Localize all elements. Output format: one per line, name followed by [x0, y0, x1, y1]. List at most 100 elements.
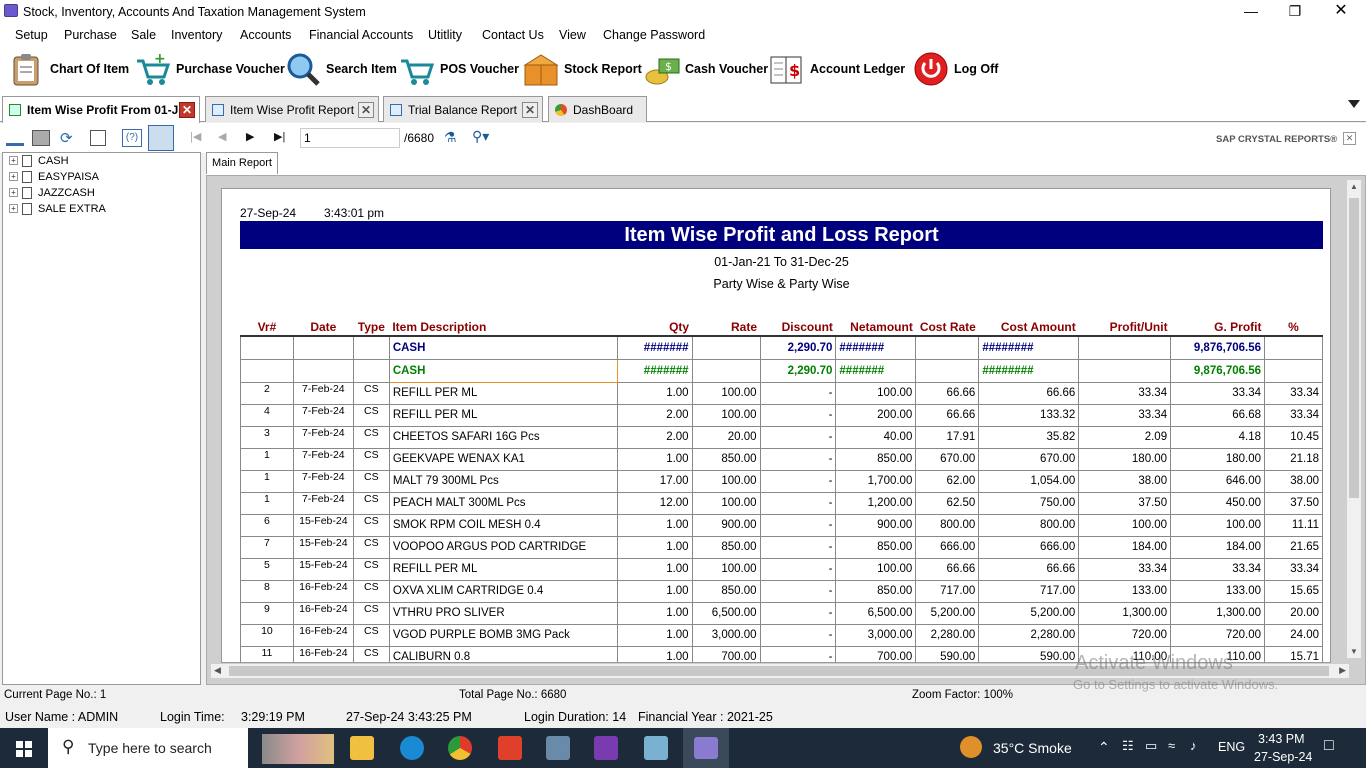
anydesk-icon[interactable]	[498, 736, 522, 760]
account-ledger-button[interactable]: $ Account Ledger	[768, 50, 905, 88]
table-cell: 1.00	[616, 579, 693, 603]
expand-icon[interactable]: +	[9, 204, 18, 213]
tab-item-wise-profit-from[interactable]: Item Wise Profit From 01-J... ✕	[2, 96, 200, 123]
active-app-button[interactable]	[683, 728, 729, 768]
menu-accounts[interactable]: Accounts	[240, 28, 291, 42]
clock-date[interactable]: 27-Sep-24	[1254, 750, 1312, 764]
menu-purchase[interactable]: Purchase	[64, 28, 117, 42]
tab-main-report[interactable]: Main Report	[206, 152, 278, 174]
weather-icon[interactable]	[960, 736, 982, 758]
refresh-icon[interactable]: ⟳	[60, 129, 73, 147]
expand-icon[interactable]: +	[9, 172, 18, 181]
tab-dashboard[interactable]: DashBoard	[548, 96, 647, 122]
tree-node-cash[interactable]: + CASH	[9, 153, 69, 168]
minimize-button[interactable]: —	[1228, 0, 1274, 24]
show-hidden-icons-icon[interactable]: ⌃	[1098, 739, 1110, 756]
last-page-icon[interactable]: ▶|	[274, 130, 285, 143]
language-indicator[interactable]: ENG	[1218, 740, 1245, 754]
find-icon[interactable]: ⚗	[444, 129, 457, 146]
table-cell: 37.50	[1264, 491, 1323, 515]
toggle-group-tree-icon[interactable]	[148, 125, 174, 151]
table-cell: 15-Feb-24	[292, 513, 354, 537]
file-explorer-icon[interactable]	[350, 736, 374, 760]
group-desc[interactable]: CASH	[388, 358, 618, 383]
menu-financial-accounts[interactable]: Financial Accounts	[309, 28, 413, 42]
wifi-icon[interactable]: ≈	[1168, 738, 1175, 753]
chart-of-item-button[interactable]: Chart Of Item	[8, 50, 129, 88]
battery-icon[interactable]: ▭	[1145, 738, 1157, 754]
tab-trial-balance-report[interactable]: Trial Balance Report ✕	[383, 96, 543, 122]
print-icon[interactable]	[32, 130, 50, 146]
table-cell: CS	[352, 623, 390, 647]
menu-sale[interactable]: Sale	[131, 28, 156, 42]
volume-icon[interactable]: ♪	[1190, 738, 1197, 753]
tab-close-icon[interactable]: ✕	[358, 102, 374, 118]
report-close-icon[interactable]: ✕	[1343, 132, 1356, 145]
expand-icon[interactable]: +	[9, 156, 18, 165]
tab-close-icon[interactable]: ✕	[522, 102, 538, 118]
table-cell: 20.00	[1264, 601, 1323, 625]
table-cell: CS	[352, 381, 390, 405]
tree-node-sale-extra[interactable]: + SALE EXTRA	[9, 201, 106, 216]
table-cell: 100.00	[1078, 513, 1172, 537]
search-highlight-icon[interactable]	[262, 734, 334, 764]
table-cell: 1.00	[616, 601, 693, 625]
tab-close-icon[interactable]: ✕	[179, 102, 195, 118]
purchase-voucher-button[interactable]: + Purchase Voucher	[134, 50, 285, 88]
notifications-icon[interactable]: □	[1324, 737, 1334, 755]
pos-voucher-button[interactable]: POS Voucher	[398, 50, 519, 88]
table-cell: 15-Feb-24	[292, 557, 354, 581]
table-cell: 450.00	[1170, 491, 1265, 515]
table-cell: 100.00	[835, 557, 917, 581]
close-button[interactable]: ✕	[1318, 0, 1364, 24]
cart-icon	[398, 51, 436, 87]
table-cell: 6,500.00	[691, 601, 761, 625]
network-icon[interactable]: ☷	[1122, 738, 1134, 754]
next-page-icon[interactable]: ▶	[246, 130, 254, 143]
notes-icon[interactable]	[644, 736, 668, 760]
report-icon	[9, 104, 21, 116]
tree-node-easypaisa[interactable]: + EASYPAISA	[9, 169, 99, 184]
table-cell: 8	[240, 579, 294, 603]
menu-view[interactable]: View	[559, 28, 586, 42]
tab-list-dropdown-icon[interactable]	[1348, 100, 1360, 108]
table-cell: 2,280.00	[915, 623, 980, 647]
clock-time[interactable]: 3:43 PM	[1258, 732, 1305, 746]
chrome-icon[interactable]	[448, 736, 472, 760]
tools-icon[interactable]	[546, 736, 570, 760]
tree-node-jazzcash[interactable]: + JAZZCASH	[9, 185, 95, 200]
table-cell: 17.91	[915, 425, 980, 449]
taskbar-search[interactable]: ⚲ Type here to search	[48, 728, 248, 768]
maximize-button[interactable]: ❐	[1272, 0, 1318, 24]
column-header: Rate	[692, 319, 760, 337]
first-page-icon[interactable]: |◀	[190, 130, 201, 143]
expand-icon[interactable]: +	[9, 188, 18, 197]
log-off-button[interactable]: Log Off	[912, 50, 998, 88]
group-desc[interactable]: CASH	[388, 335, 618, 360]
table-cell: REFILL PER ML	[388, 403, 618, 427]
weather-text[interactable]: 35°C Smoke	[993, 740, 1072, 756]
menu-change-password[interactable]: Change Password	[603, 28, 705, 42]
visual-studio-icon[interactable]	[594, 736, 618, 760]
tab-item-wise-profit-report[interactable]: Item Wise Profit Report ✕	[205, 96, 379, 122]
table-cell: 21.18	[1264, 447, 1323, 471]
table-cell: CALIBURN 0.8	[388, 645, 618, 662]
previous-page-icon[interactable]: ◀	[218, 130, 226, 143]
search-item-button[interactable]: Search Item	[284, 50, 397, 88]
cash-voucher-button[interactable]: $ Cash Voucher	[643, 50, 768, 88]
copy-icon[interactable]	[90, 130, 106, 146]
edge-icon[interactable]	[400, 736, 424, 760]
table-cell: 1,300.00	[1170, 601, 1265, 625]
page-number-input[interactable]	[300, 128, 400, 148]
windows-start-icon[interactable]	[16, 741, 32, 757]
menu-setup[interactable]: Setup	[15, 28, 48, 42]
menu-contact-us[interactable]: Contact Us	[482, 28, 544, 42]
stock-report-button[interactable]: Stock Report	[522, 50, 642, 88]
help-icon[interactable]: (?)	[122, 129, 142, 147]
table-cell: 850.00	[835, 535, 917, 559]
export-icon[interactable]	[6, 130, 24, 146]
zoom-icon[interactable]: ⚲▾	[472, 128, 489, 145]
vertical-scrollbar[interactable]: ▲ ▼	[1347, 180, 1361, 658]
menu-inventory[interactable]: Inventory	[171, 28, 222, 42]
menu-utility[interactable]: Utitlity	[428, 28, 462, 42]
